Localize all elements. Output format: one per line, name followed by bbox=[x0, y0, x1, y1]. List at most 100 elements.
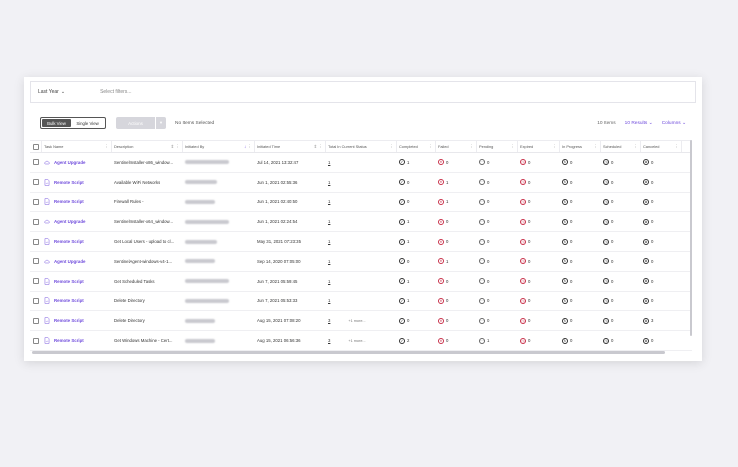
column-header-canceled[interactable]: Canceled ⋮ bbox=[641, 141, 682, 152]
results-per-page-dropdown[interactable]: 10 Results ⌄ bbox=[625, 121, 653, 126]
row-checkbox[interactable] bbox=[33, 258, 39, 265]
task-description: Delete Directory bbox=[114, 318, 145, 324]
date-range-dropdown[interactable]: Last Year ⌄ bbox=[38, 89, 65, 95]
table-row[interactable]: Agent Upgrade SentinelInstaller-x86_windo… bbox=[30, 153, 692, 173]
more-statuses[interactable]: +1 more... bbox=[348, 339, 365, 343]
column-header-expired[interactable]: Expired ⋮ bbox=[518, 141, 560, 152]
count-pending: 0 bbox=[487, 199, 490, 205]
total-link[interactable]: 1 bbox=[328, 239, 330, 244]
column-menu-icon[interactable]: ⋮ bbox=[594, 144, 599, 150]
pending-circle-icon: ⋯ bbox=[479, 297, 485, 304]
table-row[interactable]: </> Remote Script Delete Directory Aug 15, … bbox=[30, 311, 692, 332]
column-header-pending[interactable]: Pending ⋮ bbox=[477, 141, 518, 152]
column-menu-icon[interactable]: ⋮ bbox=[470, 144, 475, 150]
column-header-task-name[interactable]: Task Name ⋮ bbox=[42, 141, 112, 152]
row-checkbox[interactable] bbox=[33, 198, 39, 205]
table-row[interactable]: </> Remote Script Get Windows Machine - Ce… bbox=[30, 331, 692, 351]
pending-circle-icon: ⋯ bbox=[479, 258, 485, 265]
x-circle-icon: ✕ bbox=[438, 179, 444, 186]
total-link[interactable]: 3 bbox=[328, 338, 330, 343]
column-menu-icon[interactable]: ⋮ bbox=[511, 144, 516, 150]
row-checkbox[interactable] bbox=[33, 337, 39, 344]
column-menu-icon[interactable]: ⋮ bbox=[634, 144, 639, 150]
task-name-link[interactable]: Remote Script bbox=[54, 338, 84, 343]
expired-cell: ◷ 0 bbox=[518, 292, 560, 311]
column-menu-icon[interactable]: ⋮ bbox=[429, 144, 434, 150]
row-checkbox[interactable] bbox=[33, 238, 39, 245]
chevron-down-icon: ▾ bbox=[155, 117, 166, 129]
total-link[interactable]: 3 bbox=[328, 318, 330, 323]
column-header-initiated-by[interactable]: Initiated By ↓ ⋮ bbox=[183, 141, 255, 152]
filter-select-input[interactable]: Select filters... bbox=[100, 89, 131, 95]
table-row[interactable]: Agent Upgrade SentinelAgent-windows-v4-1.… bbox=[30, 252, 692, 272]
column-header-completed[interactable]: Completed ⋮ bbox=[397, 141, 436, 152]
row-checkbox[interactable] bbox=[33, 159, 39, 166]
column-header-in-progress[interactable]: In Progress ⋮ bbox=[560, 141, 601, 152]
count-failed: 0 bbox=[446, 338, 449, 344]
task-name-link[interactable]: Agent Upgrade bbox=[54, 160, 85, 165]
table-row[interactable]: </> Remote Script Get Local Users - upload… bbox=[30, 232, 692, 252]
count-canceled: 0 bbox=[651, 298, 654, 304]
total-link[interactable]: 1 bbox=[328, 199, 330, 204]
row-checkbox[interactable] bbox=[33, 179, 39, 186]
column-header-total-status[interactable]: Total In Current Status ⋮ bbox=[326, 141, 397, 152]
table-row[interactable]: Agent Upgrade SentinelInstaller-x64_windo… bbox=[30, 212, 692, 233]
task-name-link[interactable]: Remote Script bbox=[54, 279, 84, 284]
count-expired: 0 bbox=[528, 159, 531, 165]
task-name-link[interactable]: Agent Upgrade bbox=[54, 259, 85, 264]
svg-text:</>: </> bbox=[46, 340, 49, 343]
total-link[interactable]: 1 bbox=[328, 219, 330, 224]
task-name-link[interactable]: Remote Script bbox=[54, 199, 84, 204]
column-header-initiated-time[interactable]: Initiated Time ⇕ ⋮ bbox=[255, 141, 326, 152]
select-all-checkbox[interactable] bbox=[32, 143, 39, 150]
sort-desc-icon[interactable]: ↓ ⋮ bbox=[244, 144, 252, 150]
column-menu-icon[interactable]: ⇕ ⋮ bbox=[170, 144, 180, 150]
row-checkbox[interactable] bbox=[33, 317, 39, 324]
column-menu-icon[interactable]: ⋮ bbox=[105, 144, 110, 150]
table-row[interactable]: </> Remote Script Firewall Rules - Jun 1, 2… bbox=[30, 193, 692, 213]
column-menu-icon[interactable]: ⋮ bbox=[390, 144, 395, 150]
total-link[interactable]: 1 bbox=[328, 180, 330, 185]
task-name-link[interactable]: Remote Script bbox=[54, 180, 84, 185]
row-checkbox[interactable] bbox=[33, 218, 39, 225]
total-link[interactable]: 1 bbox=[328, 259, 330, 264]
column-menu-icon[interactable]: ⋮ bbox=[553, 144, 558, 150]
column-menu-icon[interactable]: ⇕ ⋮ bbox=[313, 144, 323, 150]
count-completed: 1 bbox=[407, 159, 410, 165]
scheduled-cell: ◷ 0 bbox=[601, 331, 641, 350]
vertical-scrollbar[interactable] bbox=[690, 140, 692, 336]
task-name-link[interactable]: Remote Script bbox=[54, 239, 84, 244]
row-checkbox[interactable] bbox=[33, 297, 39, 304]
scheduled-cell: ◷ 0 bbox=[601, 252, 641, 271]
clock-icon: ◷ bbox=[520, 297, 526, 304]
actions-button[interactable]: Actions ▾ bbox=[116, 117, 166, 129]
task-name-link[interactable]: Remote Script bbox=[54, 298, 84, 303]
table-row[interactable]: </> Remote Script Available WiFi Networks J… bbox=[30, 173, 692, 193]
total-link[interactable]: 1 bbox=[328, 160, 330, 165]
single-view-button[interactable]: Single View bbox=[71, 121, 104, 126]
svg-text:</>: </> bbox=[46, 182, 49, 185]
more-statuses[interactable]: +1 more... bbox=[348, 319, 365, 323]
failed-cell: ✕ 0 bbox=[436, 212, 477, 231]
count-pending: 1 bbox=[487, 338, 490, 344]
column-menu-icon[interactable]: ⋮ bbox=[675, 144, 680, 150]
column-header-description[interactable]: Description ⇕ ⋮ bbox=[112, 141, 183, 152]
task-name-link[interactable]: Remote Script bbox=[54, 318, 84, 323]
total-link[interactable]: 1 bbox=[328, 298, 330, 303]
redacted-user bbox=[185, 239, 217, 244]
column-header-scheduled[interactable]: Scheduled ⋮ bbox=[601, 141, 641, 152]
table-row[interactable]: </> Remote Script Get Scheduled Tasks Jun 7… bbox=[30, 272, 692, 292]
task-name-link[interactable]: Agent Upgrade bbox=[54, 219, 85, 224]
canceled-cell: ⊗ 3 bbox=[641, 311, 682, 330]
total-link[interactable]: 1 bbox=[328, 279, 330, 284]
column-header-failed[interactable]: Failed ⋮ bbox=[436, 141, 477, 152]
cloud-upload-icon bbox=[44, 220, 50, 224]
task-name-cell: </> Remote Script bbox=[42, 272, 112, 291]
count-failed: 1 bbox=[446, 179, 449, 185]
row-checkbox[interactable] bbox=[33, 278, 39, 285]
bulk-view-button[interactable]: Bulk View bbox=[42, 119, 72, 127]
task-description: Get Windows Machine - Cert... bbox=[114, 338, 173, 344]
columns-dropdown[interactable]: Columns ⌄ bbox=[662, 121, 686, 126]
table-row[interactable]: </> Remote Script Delete Directory Jun 7, 2… bbox=[30, 292, 692, 312]
horizontal-scrollbar[interactable] bbox=[32, 351, 665, 354]
